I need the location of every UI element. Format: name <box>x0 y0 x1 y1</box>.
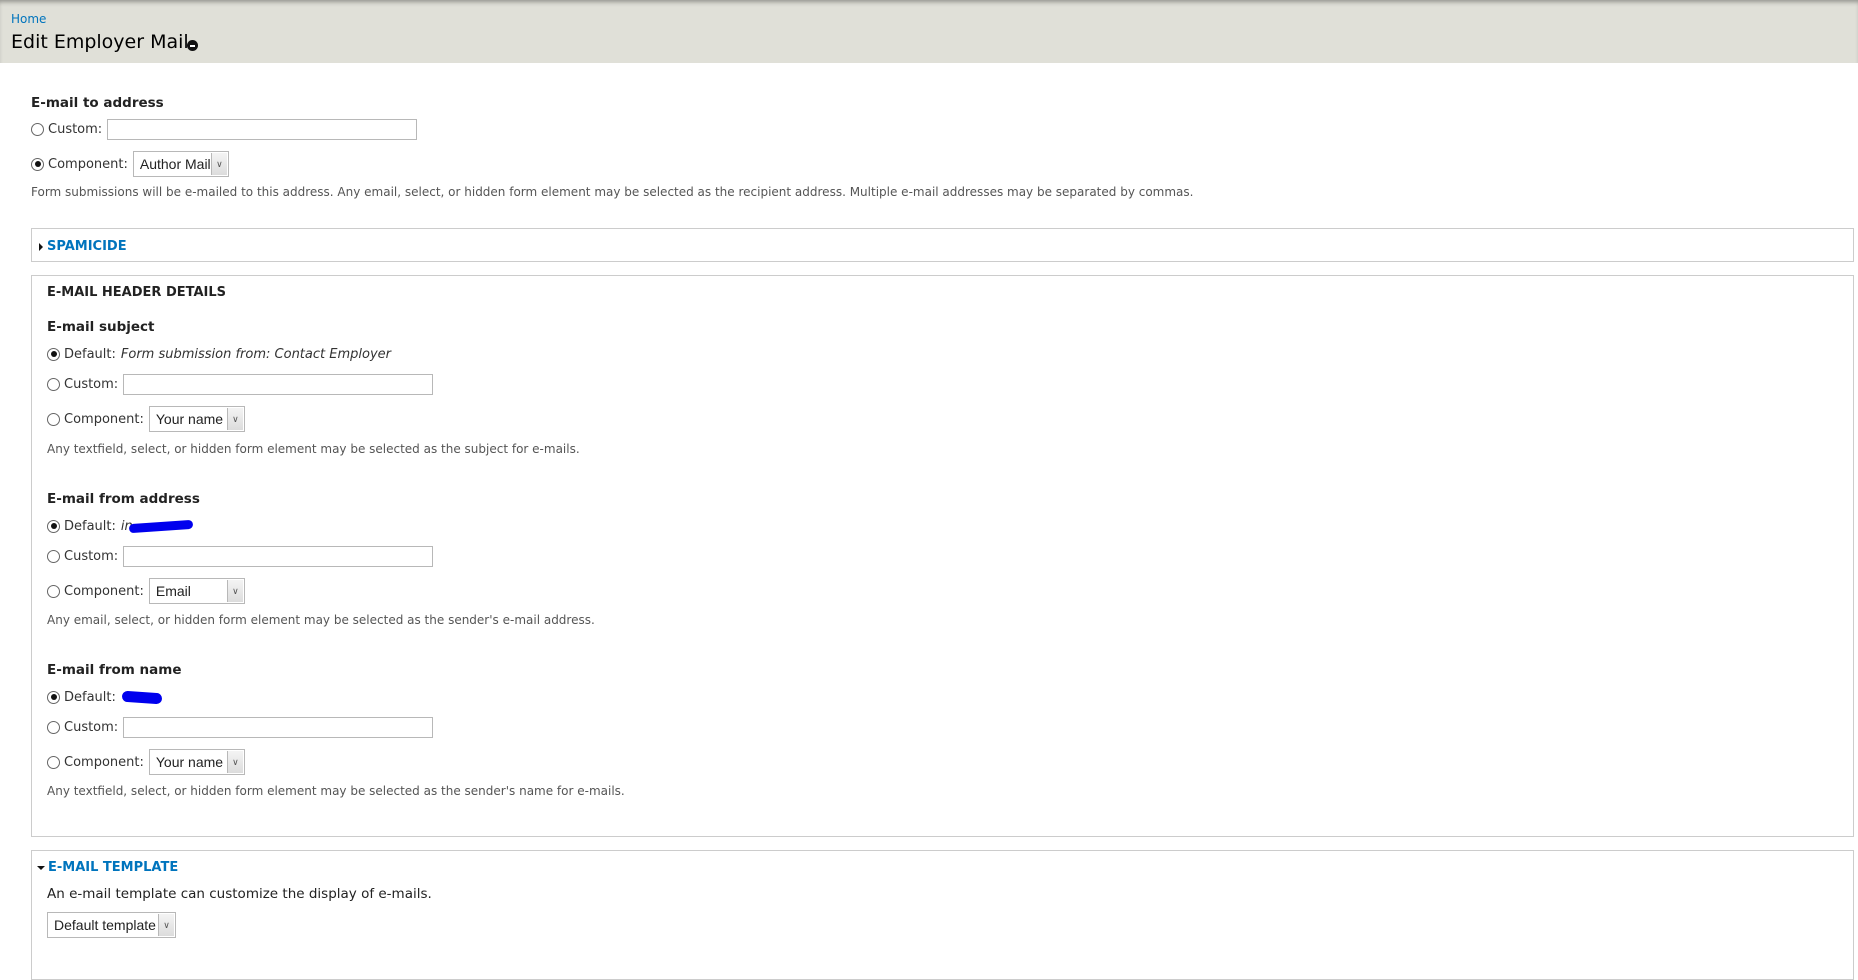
page-header <box>0 0 1858 63</box>
to-address-custom-radio[interactable] <box>31 123 44 136</box>
subject-component-row: Component: Your name ∨ <box>47 406 245 432</box>
breadcrumb-home-link[interactable]: Home <box>11 12 46 26</box>
from-name-heading: E-mail from name <box>47 662 182 678</box>
from-name-custom-input[interactable] <box>123 717 434 738</box>
from-name-component-radio[interactable] <box>47 755 60 769</box>
subject-component-radio[interactable] <box>47 412 60 426</box>
from-address-component-select[interactable]: Email ∨ <box>148 578 245 604</box>
subject-component-label: Component: <box>64 411 144 427</box>
from-address-custom-input[interactable] <box>123 546 434 567</box>
spamicide-fieldset: SPAMICIDE <box>31 228 1854 262</box>
subject-custom-radio[interactable] <box>47 378 60 391</box>
subject-default-value: Form submission from: Contact Employer <box>120 346 391 362</box>
subject-default-radio[interactable] <box>47 347 60 361</box>
from-address-heading: E-mail from address <box>47 491 200 507</box>
collapse-minus-icon[interactable] <box>187 40 198 51</box>
template-legend[interactable]: E-MAIL TEMPLATE <box>37 860 178 875</box>
caret-down-icon <box>37 865 45 870</box>
spamicide-legend[interactable]: SPAMICIDE <box>39 239 127 254</box>
from-address-component-row: Component: Email ∨ <box>47 578 245 604</box>
subject-custom-input[interactable] <box>123 374 434 395</box>
to-address-component-radio[interactable] <box>31 157 44 171</box>
from-name-component-row: Component: Your name ∨ <box>47 749 245 775</box>
from-name-custom-radio[interactable] <box>47 721 60 734</box>
to-address-custom-label: Custom: <box>48 122 103 137</box>
from-name-default-label: Default: <box>64 689 116 705</box>
select-value: Your name <box>155 411 224 427</box>
template-legend-link[interactable]: E-MAIL TEMPLATE <box>48 860 178 875</box>
template-fieldset <box>31 850 1854 980</box>
from-address-custom-row: Custom: <box>47 545 434 568</box>
from-name-component-label: Component: <box>64 754 144 770</box>
from-address-default-radio[interactable] <box>47 519 60 533</box>
page-title: Edit Employer Mail <box>11 31 189 53</box>
caret-right-icon <box>39 242 43 251</box>
subject-description: Any textfield, select, or hidden form el… <box>47 442 580 456</box>
select-value: Email <box>155 583 191 599</box>
from-address-component-label: Component: <box>64 583 144 599</box>
template-select[interactable]: Default template ∨ <box>47 912 176 938</box>
subject-custom-label: Custom: <box>64 377 119 392</box>
select-value: Your name <box>155 754 224 770</box>
to-address-heading: E-mail to address <box>31 95 164 111</box>
from-address-default-label: Default: <box>64 518 116 534</box>
to-address-component-row: Component: Author Mail ∨ <box>31 151 229 177</box>
from-address-custom-radio[interactable] <box>47 550 60 563</box>
from-name-custom-row: Custom: <box>47 716 434 739</box>
from-address-custom-label: Custom: <box>64 549 119 564</box>
select-value: Author Mail <box>139 156 211 172</box>
from-name-default-radio[interactable] <box>47 690 60 704</box>
chevron-down-icon: ∨ <box>226 751 243 773</box>
to-address-description: Form submissions will be e-mailed to thi… <box>31 185 1194 199</box>
to-address-custom-row: Custom: <box>31 118 418 141</box>
template-description: An e-mail template can customize the dis… <box>47 886 432 902</box>
redaction-mark <box>128 519 193 533</box>
spamicide-legend-link[interactable]: SPAMICIDE <box>47 239 127 254</box>
subject-custom-row: Custom: <box>47 373 434 396</box>
subject-default-label: Default: <box>64 346 116 362</box>
subject-component-select[interactable]: Your name ∨ <box>148 406 245 432</box>
from-name-default-row: Default: <box>47 688 163 706</box>
chevron-down-icon: ∨ <box>210 153 227 175</box>
to-address-custom-input[interactable] <box>107 119 418 140</box>
header-details-legend: E-MAIL HEADER DETAILS <box>47 285 227 300</box>
chevron-down-icon: ∨ <box>226 408 243 430</box>
select-value: Default template <box>54 917 156 933</box>
from-name-custom-label: Custom: <box>64 720 119 735</box>
redaction-mark <box>121 690 163 704</box>
from-name-component-select[interactable]: Your name ∨ <box>148 749 245 775</box>
from-address-component-radio[interactable] <box>47 584 60 598</box>
chevron-down-icon: ∨ <box>158 914 174 936</box>
from-address-default-row: Default: in <box>47 517 193 535</box>
from-address-description: Any email, select, or hidden form elemen… <box>47 613 595 627</box>
to-address-component-select[interactable]: Author Mail ∨ <box>132 151 229 177</box>
subject-heading: E-mail subject <box>47 319 155 335</box>
to-address-component-label: Component: <box>48 156 128 172</box>
from-name-description: Any textfield, select, or hidden form el… <box>47 784 625 798</box>
chevron-down-icon: ∨ <box>226 580 243 602</box>
subject-default-row: Default: Form submission from: Contact E… <box>47 345 391 363</box>
